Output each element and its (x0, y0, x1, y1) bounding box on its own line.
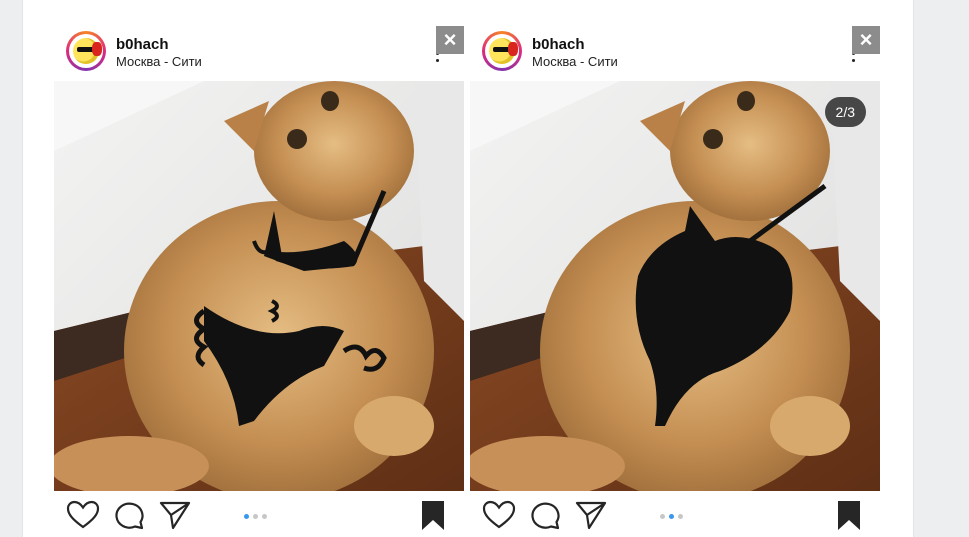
post-photo[interactable] (54, 81, 464, 491)
carousel-dot[interactable] (253, 514, 258, 519)
bookmark-icon[interactable] (416, 499, 450, 531)
cat-photo-drawing (54, 81, 464, 491)
heart-icon[interactable] (66, 499, 100, 531)
close-icon[interactable]: × (436, 26, 464, 54)
close-icon[interactable]: × (852, 26, 880, 54)
carousel-dots (244, 514, 267, 519)
carousel-dots (660, 514, 683, 519)
bookmark-icon[interactable] (832, 499, 866, 531)
share-icon[interactable] (158, 499, 192, 531)
post-card-2: b0hach Москва - Сити × 2/3 (470, 0, 880, 537)
post-actions (54, 491, 464, 537)
username[interactable]: b0hach (532, 36, 585, 53)
avatar-face (489, 38, 518, 64)
carousel-counter: 2/3 (824, 97, 866, 127)
avatar-image (485, 34, 519, 68)
avatar-face (73, 38, 102, 64)
post-actions (470, 491, 880, 537)
location[interactable]: Москва - Сити (116, 54, 202, 69)
username[interactable]: b0hach (116, 36, 169, 53)
carousel-dot[interactable] (660, 514, 665, 519)
avatar[interactable] (66, 31, 106, 71)
avatar[interactable] (482, 31, 522, 71)
post-header: b0hach Москва - Сити × (54, 26, 464, 148)
avatar-image (69, 34, 103, 68)
location[interactable]: Москва - Сити (532, 54, 618, 69)
carousel-dot[interactable] (669, 514, 674, 519)
comment-icon[interactable] (528, 499, 562, 531)
post-card-1: b0hach Москва - Сити × (54, 0, 464, 537)
carousel-dot[interactable] (678, 514, 683, 519)
heart-icon[interactable] (482, 499, 516, 531)
comment-icon[interactable] (112, 499, 146, 531)
share-icon[interactable] (574, 499, 608, 531)
carousel-dot[interactable] (244, 514, 249, 519)
carousel-dot[interactable] (262, 514, 267, 519)
post-header: b0hach Москва - Сити × (470, 26, 880, 148)
post-photo[interactable]: 2/3 (470, 81, 880, 491)
cat-photo-drawing (470, 81, 880, 491)
